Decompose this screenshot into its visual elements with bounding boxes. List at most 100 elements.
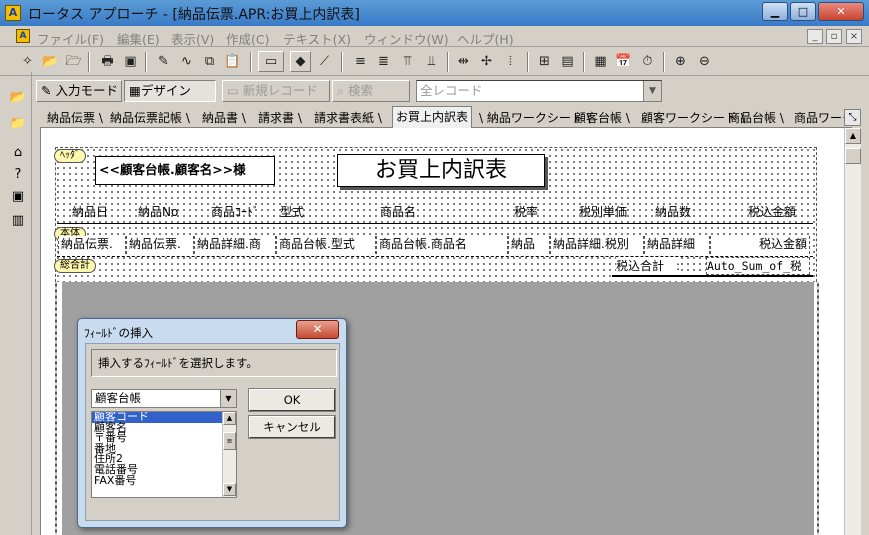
line-tool-icon[interactable]: ⟋ xyxy=(314,51,335,72)
open-folder-icon[interactable]: 🗁 xyxy=(63,51,84,72)
zoom-in-icon[interactable]: ⊕ xyxy=(670,51,691,72)
align-center-icon[interactable]: ≣ xyxy=(373,51,394,72)
dialog-close-button[interactable]: ✕ xyxy=(296,320,339,339)
document-icon[interactable]: A xyxy=(16,29,30,43)
menu-file[interactable]: ファイル(F) xyxy=(37,29,104,48)
mdi-close-button[interactable]: × xyxy=(846,29,862,44)
column-header[interactable]: 商品ｺｰﾄﾞ xyxy=(211,203,259,220)
scroll-up-icon[interactable]: ▲ xyxy=(223,412,236,425)
chart-icon[interactable]: ▥ xyxy=(8,212,28,231)
grid-icon[interactable]: ⦙ xyxy=(500,51,521,72)
save-db-icon[interactable]: 📁 xyxy=(8,115,28,134)
design-button[interactable]: ▦デザイン xyxy=(124,80,216,102)
record-filter-select[interactable]: 全レコード ▼ xyxy=(416,80,662,102)
scroll-down-icon[interactable]: ▼ xyxy=(223,483,236,496)
column-header[interactable]: 税率 xyxy=(514,203,538,220)
help-icon[interactable]: ? xyxy=(8,166,28,185)
column-header[interactable]: 納品No xyxy=(138,203,178,220)
body-field[interactable]: 納品詳細.税別 xyxy=(550,236,644,254)
report-icon[interactable]: ▤ xyxy=(557,51,578,72)
open-db-icon[interactable]: 📂 xyxy=(8,89,28,108)
tab-delivery-slip[interactable]: 納品伝票 \ xyxy=(44,108,106,128)
tab-invoice-cover[interactable]: 請求書表紙 \ xyxy=(311,108,385,128)
align-middle-icon[interactable]: ⫫ xyxy=(421,51,442,72)
pen-icon[interactable]: ✎ xyxy=(153,51,174,72)
tab-scroll-icon[interactable]: ⤡ xyxy=(844,109,861,126)
list-item[interactable]: FAX番号 xyxy=(92,475,236,487)
body-field[interactable]: 商品台帳.型式 xyxy=(276,236,376,254)
new-file-icon[interactable]: ✧ xyxy=(17,51,38,72)
column-header[interactable]: 税別単価 xyxy=(579,203,627,220)
zoom-out-icon[interactable]: ⊖ xyxy=(694,51,715,72)
summary-label[interactable]: 税込合計 : xyxy=(616,257,681,274)
close-button[interactable]: ✕ xyxy=(818,2,864,21)
customer-name-field[interactable]: <<顧客台帳.顧客名>>様 xyxy=(95,156,275,185)
body-field[interactable]: 納品 xyxy=(508,236,550,254)
form-icon[interactable]: ⊞ xyxy=(534,51,555,72)
distribute-v-icon[interactable]: ✢ xyxy=(476,51,497,72)
report-title[interactable]: お買上内訳表 xyxy=(337,154,545,187)
column-header[interactable]: 納品日 xyxy=(72,203,108,220)
body-field[interactable]: 税込金額 xyxy=(710,236,810,254)
menu-view[interactable]: 表示(V) xyxy=(171,29,214,48)
body-field[interactable]: 納品伝票. xyxy=(126,236,194,254)
summary-section-tag[interactable]: 総合計 xyxy=(54,259,96,273)
align-top-icon[interactable]: ⫪ xyxy=(397,51,418,72)
menu-create[interactable]: 作成(C) xyxy=(226,29,269,48)
tab-invoice[interactable]: 請求書 \ xyxy=(255,108,305,128)
menu-help[interactable]: ヘルプ(H) xyxy=(457,29,514,48)
paste-icon[interactable]: 📋 xyxy=(222,51,243,72)
chevron-down-icon[interactable]: ▼ xyxy=(220,390,236,407)
align-left-icon[interactable]: ≡ xyxy=(350,51,371,72)
tab-delivery-slip-entry[interactable]: 納品伝票記帳 \ xyxy=(107,108,193,128)
input-mode-button[interactable]: ✎ 入力モード xyxy=(36,80,122,102)
minimize-button[interactable]: ▁ xyxy=(762,2,788,21)
new-record-button[interactable]: ▭ 新規レコード xyxy=(222,80,330,102)
calendar-icon[interactable]: 📅 xyxy=(613,51,634,72)
column-header[interactable]: 税込金額 xyxy=(748,203,796,220)
cancel-button[interactable]: キャンセル xyxy=(248,415,336,439)
column-header[interactable]: 型式 xyxy=(280,203,304,220)
column-header[interactable]: 商品名 xyxy=(380,203,416,220)
field-list[interactable]: 顧客コード 顧客名 〒番号 番地 住所2 電話番号 FAX番号 ▲ ≡ ▼ xyxy=(91,411,237,498)
timer-icon[interactable]: ⏱ xyxy=(637,51,658,72)
field-list-scrollbar[interactable]: ▲ ≡ ▼ xyxy=(222,412,236,497)
fill-color-icon[interactable]: ◆ xyxy=(290,51,311,72)
column-header[interactable]: 納品数 xyxy=(655,203,691,220)
search-button[interactable]: ⌕ 検索 xyxy=(332,80,410,102)
chevron-down-icon[interactable]: ▼ xyxy=(643,81,661,101)
body-field[interactable]: 納品詳細 xyxy=(644,236,710,254)
preview-icon[interactable]: ▣ xyxy=(120,51,141,72)
copy-icon[interactable]: ⧉ xyxy=(199,51,220,72)
mdi-restore-button[interactable]: ▫ xyxy=(826,29,842,44)
database-select[interactable]: 顧客台帳 ▼ xyxy=(91,389,237,408)
app-icon[interactable]: A xyxy=(5,5,21,21)
print-icon[interactable]: 🖶 xyxy=(97,51,118,72)
field-tool-icon[interactable]: ▭ xyxy=(258,51,284,72)
open-file-icon[interactable]: 📂 xyxy=(40,51,61,72)
menu-text[interactable]: テキスト(X) xyxy=(283,29,351,48)
body-field[interactable]: 納品伝票. xyxy=(58,236,126,254)
menu-window[interactable]: ウィンドウ(W) xyxy=(364,29,449,48)
scroll-up-icon[interactable]: ▲ xyxy=(845,128,861,144)
tab-customer-ledger[interactable]: 顧客台帳 \ xyxy=(571,108,633,128)
scroll-thumb-grip-icon[interactable]: ≡ xyxy=(223,432,236,450)
scroll-thumb[interactable] xyxy=(845,148,861,164)
tab-product-ledger[interactable]: 商品台帳 \ xyxy=(725,108,787,128)
summary-field[interactable]: Auto_Sum_of_税 xyxy=(706,257,810,275)
chain-icon[interactable]: ∿ xyxy=(176,51,197,72)
mdi-minimize-button[interactable]: _ xyxy=(807,29,823,44)
computer-icon[interactable]: ▣ xyxy=(8,188,28,207)
ok-button[interactable]: OK xyxy=(248,388,336,412)
menu-edit[interactable]: 編集(E) xyxy=(117,29,160,48)
tab-delivery-note[interactable]: 納品書 \ xyxy=(199,108,249,128)
maximize-button[interactable]: □ xyxy=(790,2,816,21)
home-icon[interactable]: ⌂ xyxy=(8,144,28,163)
vertical-scrollbar[interactable]: ▲ xyxy=(844,128,861,535)
body-field[interactable]: 納品詳細.商 xyxy=(194,236,276,254)
worksheet-icon[interactable]: ▦ xyxy=(590,51,611,72)
tab-purchase-breakdown[interactable]: お買上内訳表 xyxy=(392,106,473,129)
header-section-tag[interactable]: ﾍｯﾀﾞ xyxy=(54,149,86,163)
distribute-h-icon[interactable]: ⇹ xyxy=(453,51,474,72)
body-field[interactable]: 商品台帳.商品名 xyxy=(376,236,508,254)
